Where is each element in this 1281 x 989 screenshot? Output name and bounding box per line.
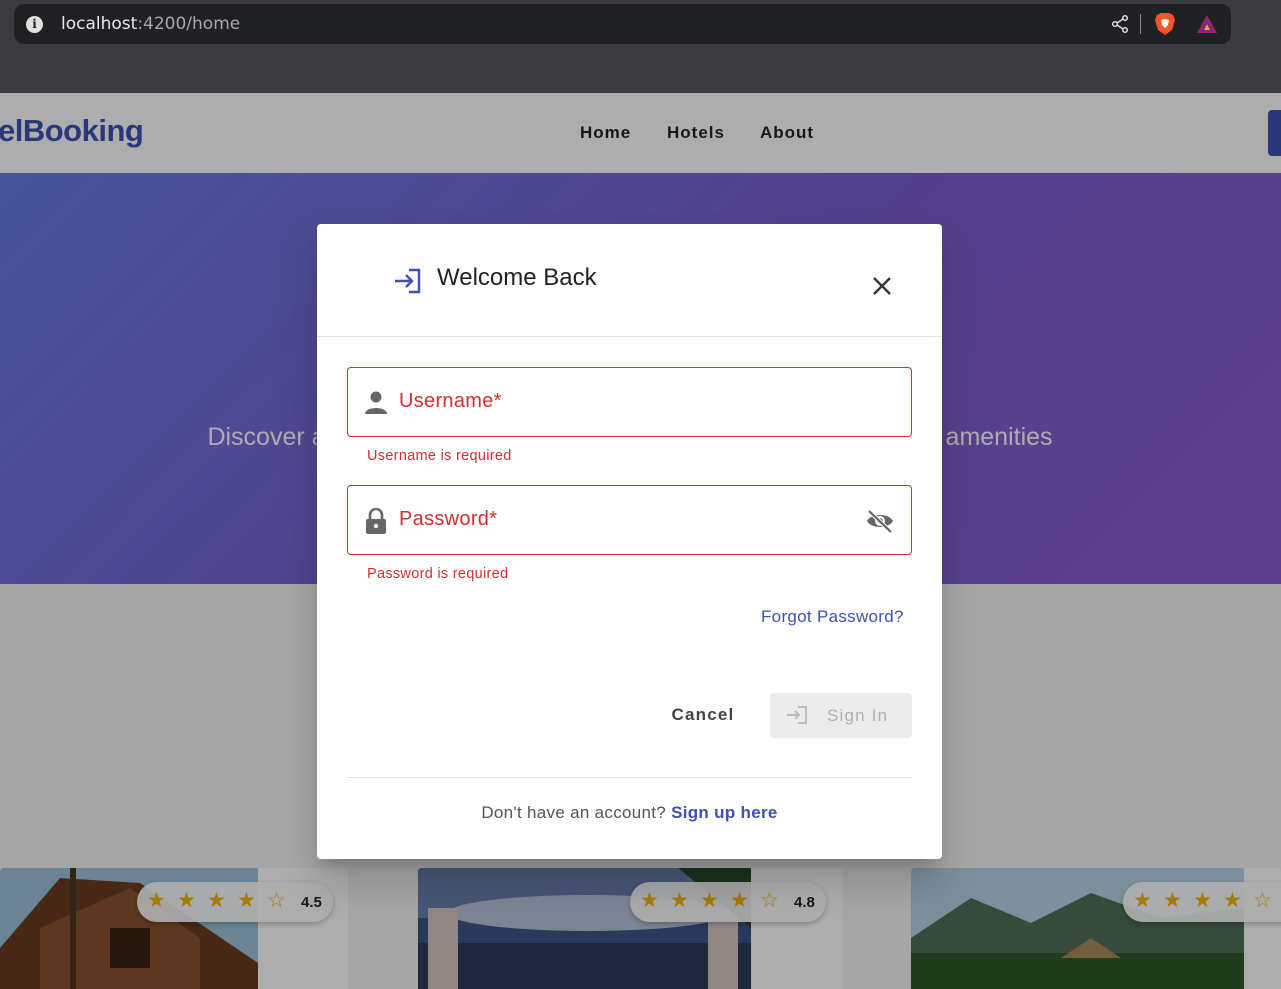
sign-up-link[interactable]: Sign up here bbox=[671, 803, 778, 822]
star-icon: ★ bbox=[670, 889, 689, 912]
star-half-icon: ☆ bbox=[760, 889, 779, 912]
star-icon: ★ bbox=[1133, 889, 1152, 912]
dialog-divider bbox=[347, 777, 912, 778]
star-icon: ★ bbox=[1223, 889, 1242, 912]
star-half-icon: ☆ bbox=[1253, 889, 1272, 912]
signup-prompt: Don't have an account? Sign up here bbox=[317, 803, 942, 823]
star-icon: ★ bbox=[1193, 889, 1212, 912]
address-bar[interactable]: i localhost:4200/home bbox=[14, 4, 1231, 44]
star-icon: ★ bbox=[147, 889, 166, 912]
visibility-off-icon[interactable] bbox=[865, 508, 895, 534]
brave-rewards-icon[interactable] bbox=[1196, 13, 1218, 35]
star-icon: ★ bbox=[1163, 889, 1182, 912]
password-input[interactable] bbox=[398, 496, 858, 544]
address-bar-divider bbox=[1140, 14, 1141, 34]
username-input[interactable] bbox=[398, 378, 858, 426]
lock-icon bbox=[366, 508, 386, 534]
rating-badge: ★ ★ ★ ★ ☆ bbox=[1123, 882, 1281, 922]
forgot-password-link[interactable]: Forgot Password? bbox=[761, 607, 904, 627]
close-icon[interactable] bbox=[865, 269, 899, 303]
url-path: :4200/home bbox=[137, 14, 241, 34]
star-icon: ★ bbox=[177, 889, 196, 912]
username-error: Username is required bbox=[367, 448, 512, 464]
person-icon bbox=[365, 391, 387, 414]
brave-shields-icon[interactable] bbox=[1154, 12, 1176, 36]
url-host: localhost bbox=[61, 14, 138, 34]
sign-in-button[interactable]: Sign In bbox=[770, 693, 912, 738]
share-icon[interactable] bbox=[1110, 14, 1130, 34]
password-error: Password is required bbox=[367, 566, 509, 582]
dialog-title: Welcome Back bbox=[437, 264, 597, 291]
browser-chrome: i localhost:4200/home bbox=[0, 0, 1281, 93]
rating-badge: ★ ★ ★ ★ ☆ 4.8 bbox=[630, 882, 826, 922]
login-dialog: Welcome Back Username* Username is requi… bbox=[317, 224, 942, 859]
password-field[interactable]: Password* bbox=[347, 485, 912, 555]
url-text[interactable]: localhost:4200/home bbox=[61, 14, 240, 34]
star-icon: ★ bbox=[730, 889, 749, 912]
signup-prompt-text: Don't have an account? bbox=[481, 803, 667, 822]
star-half-icon: ☆ bbox=[267, 889, 286, 912]
rating-badge: ★ ★ ★ ★ ☆ 4.5 bbox=[137, 882, 333, 922]
username-field[interactable]: Username* bbox=[347, 367, 912, 437]
login-icon bbox=[395, 268, 421, 294]
star-icon: ★ bbox=[700, 889, 719, 912]
sign-in-label: Sign In bbox=[827, 706, 889, 725]
star-icon: ★ bbox=[237, 889, 256, 912]
star-icon: ★ bbox=[640, 889, 659, 912]
rating-value: 4.5 bbox=[301, 894, 322, 911]
cancel-button[interactable]: Cancel bbox=[657, 693, 749, 737]
login-icon bbox=[787, 706, 807, 724]
rating-value: 4.8 bbox=[794, 894, 815, 911]
star-icon: ★ bbox=[207, 889, 226, 912]
dialog-header: Welcome Back bbox=[317, 224, 942, 337]
site-info-icon[interactable]: i bbox=[26, 16, 43, 33]
